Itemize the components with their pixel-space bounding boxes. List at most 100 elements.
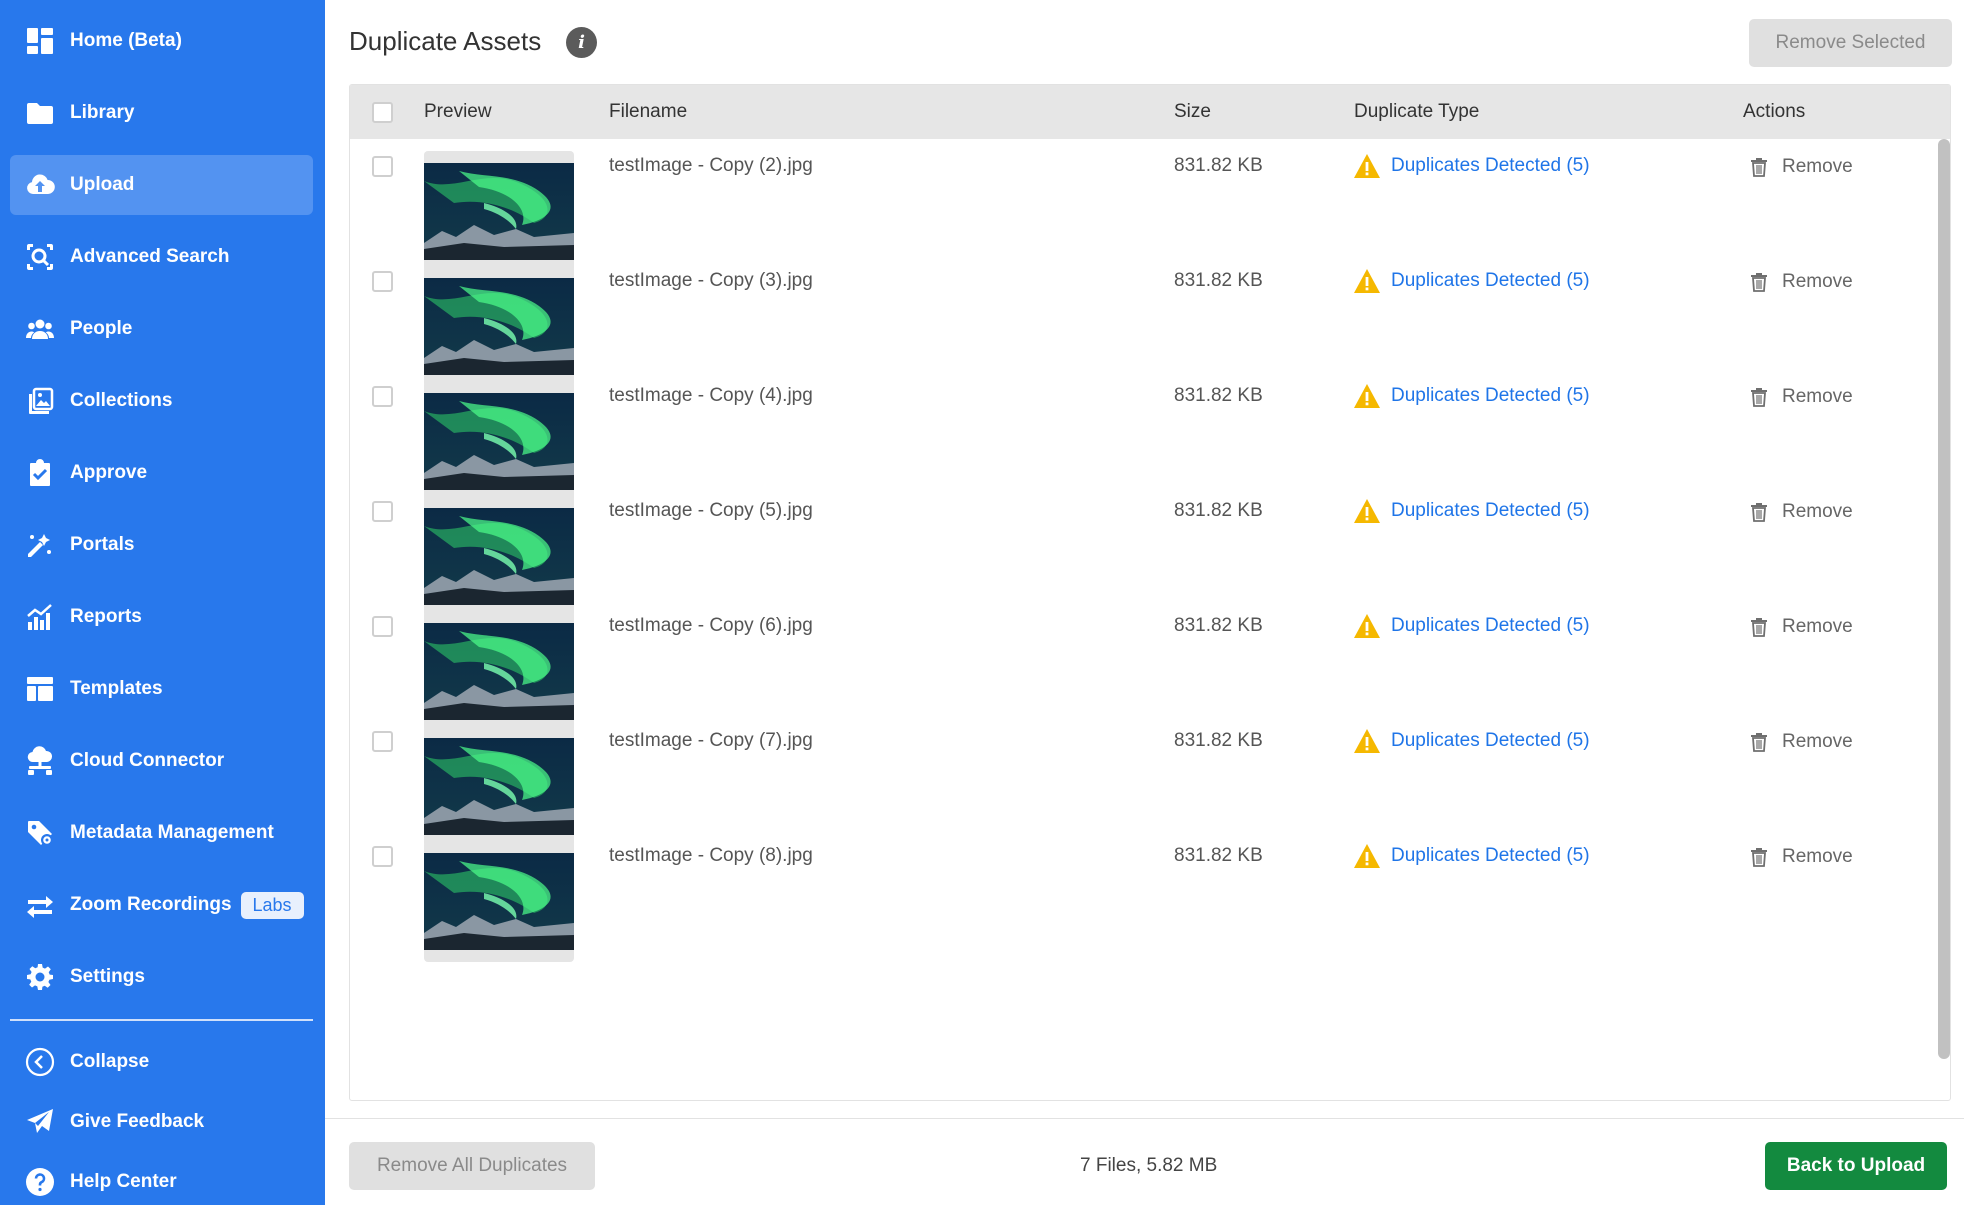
- remove-button[interactable]: Remove: [1750, 731, 1853, 753]
- row-checkbox[interactable]: [372, 386, 393, 407]
- image-thumbnail[interactable]: [424, 841, 574, 962]
- remove-label: Remove: [1782, 501, 1853, 522]
- remove-selected-button[interactable]: Remove Selected: [1749, 19, 1952, 67]
- collections-icon: [24, 385, 56, 417]
- collapse-button[interactable]: Collapse: [10, 1032, 313, 1092]
- file-size: 831.82 KB: [1174, 270, 1263, 291]
- info-icon[interactable]: i: [566, 27, 597, 58]
- feedback-label: Give Feedback: [70, 1111, 205, 1132]
- page-title: Duplicate Assets: [349, 26, 542, 56]
- column-header-filename: Filename: [609, 101, 688, 122]
- sidebar-item-collections[interactable]: Collections: [10, 371, 313, 431]
- sidebar-item-people[interactable]: People: [10, 299, 313, 359]
- file-size: 831.82 KB: [1174, 845, 1263, 866]
- collapse-label: Collapse: [70, 1051, 150, 1072]
- warning-icon: [1354, 614, 1380, 638]
- filename: testImage - Copy (5).jpg: [609, 500, 813, 521]
- remove-button[interactable]: Remove: [1750, 616, 1853, 638]
- remove-button[interactable]: Remove: [1750, 271, 1853, 293]
- gear-icon: [24, 961, 56, 993]
- trash-icon: [1751, 848, 1767, 867]
- cloud-upload-icon: [24, 169, 56, 201]
- trash-icon: [1751, 273, 1767, 292]
- scrollbar[interactable]: [1938, 139, 1950, 1099]
- sidebar-item-label: Advanced Search: [70, 246, 230, 267]
- remove-label: Remove: [1782, 731, 1853, 752]
- remove-button[interactable]: Remove: [1750, 386, 1853, 408]
- sidebar-item-label: Portals: [70, 534, 135, 555]
- help-label: Help Center: [70, 1171, 177, 1192]
- duplicate-assets-table: Preview Filename Size Duplicate Type Act…: [349, 84, 1951, 1101]
- sidebar-item-library[interactable]: Library: [10, 83, 313, 143]
- row-checkbox[interactable]: [372, 501, 393, 522]
- sidebar-item-label: Upload: [70, 174, 135, 195]
- sidebar-item-label: Library: [70, 102, 135, 123]
- warning-icon: [1354, 729, 1380, 753]
- sidebar-item-reports[interactable]: Reports: [10, 587, 313, 647]
- paper-plane-icon: [24, 1106, 56, 1138]
- duplicates-detected-link[interactable]: Duplicates Detected (5): [1353, 383, 1590, 409]
- help-center-button[interactable]: Help Center: [10, 1152, 313, 1205]
- duplicates-detected-link[interactable]: Duplicates Detected (5): [1353, 843, 1590, 869]
- warning-icon: [1354, 384, 1380, 408]
- templates-icon: [24, 673, 56, 705]
- duplicate-type-label: Duplicates Detected (5): [1391, 385, 1590, 406]
- footer-bar: Remove All Duplicates 7 Files, 5.82 MB B…: [325, 1118, 1964, 1205]
- table-header: Preview Filename Size Duplicate Type Act…: [350, 85, 1950, 139]
- filename: testImage - Copy (8).jpg: [609, 845, 813, 866]
- sidebar-item-label: People: [70, 318, 133, 339]
- column-header-size: Size: [1174, 101, 1211, 122]
- duplicate-type-label: Duplicates Detected (5): [1391, 730, 1590, 751]
- duplicate-type-label: Duplicates Detected (5): [1391, 500, 1590, 521]
- warning-icon: [1354, 844, 1380, 868]
- sidebar-item-label: Templates: [70, 678, 163, 699]
- sidebar-item-advanced-search[interactable]: Advanced Search: [10, 227, 313, 287]
- sidebar-item-approve[interactable]: Approve: [10, 443, 313, 503]
- row-checkbox[interactable]: [372, 156, 393, 177]
- sidebar-item-upload[interactable]: Upload: [10, 155, 313, 215]
- dashboard-icon: [24, 25, 56, 57]
- portals-icon: [24, 529, 56, 561]
- duplicates-detected-link[interactable]: Duplicates Detected (5): [1353, 268, 1590, 294]
- trash-icon: [1751, 618, 1767, 637]
- files-summary: 7 Files, 5.82 MB: [1080, 1155, 1218, 1176]
- file-size: 831.82 KB: [1174, 500, 1263, 521]
- back-to-upload-button[interactable]: Back to Upload: [1765, 1142, 1947, 1190]
- sidebar-item-portals[interactable]: Portals: [10, 515, 313, 575]
- duplicates-detected-link[interactable]: Duplicates Detected (5): [1353, 728, 1590, 754]
- sidebar-item-zoom-recordings[interactable]: Zoom Recordings Labs: [10, 875, 313, 935]
- remove-label: Remove: [1782, 386, 1853, 407]
- duplicates-detected-link[interactable]: Duplicates Detected (5): [1353, 613, 1590, 639]
- file-size: 831.82 KB: [1174, 730, 1263, 751]
- sidebar-divider: [10, 1019, 313, 1021]
- select-all-checkbox[interactable]: [372, 102, 393, 123]
- row-checkbox[interactable]: [372, 846, 393, 867]
- file-size: 831.82 KB: [1174, 155, 1263, 176]
- scrollbar-thumb[interactable]: [1938, 139, 1950, 1059]
- swap-arrows-icon: [24, 889, 56, 921]
- remove-button[interactable]: Remove: [1750, 156, 1853, 178]
- sidebar-item-metadata-management[interactable]: Metadata Management: [10, 803, 313, 863]
- row-checkbox[interactable]: [372, 271, 393, 292]
- sidebar-item-templates[interactable]: Templates: [10, 659, 313, 719]
- duplicate-type-label: Duplicates Detected (5): [1391, 845, 1590, 866]
- remove-button[interactable]: Remove: [1750, 501, 1853, 523]
- sidebar-item-home[interactable]: Home (Beta): [10, 11, 313, 71]
- sidebar-item-label: Home (Beta): [70, 30, 182, 51]
- help-question-icon: [24, 1166, 56, 1198]
- sidebar-item-cloud-connector[interactable]: Cloud Connector: [10, 731, 313, 791]
- column-header-duplicate-type: Duplicate Type: [1354, 101, 1480, 122]
- row-checkbox[interactable]: [372, 616, 393, 637]
- duplicates-detected-link[interactable]: Duplicates Detected (5): [1353, 153, 1590, 179]
- sidebar-item-label: Settings: [70, 966, 145, 987]
- reports-chart-icon: [24, 601, 56, 633]
- remove-all-duplicates-button[interactable]: Remove All Duplicates: [349, 1142, 595, 1190]
- row-checkbox[interactable]: [372, 731, 393, 752]
- column-header-preview: Preview: [424, 101, 492, 122]
- metadata-tag-icon: [24, 817, 56, 849]
- sidebar-item-label: Approve: [70, 462, 148, 483]
- give-feedback-button[interactable]: Give Feedback: [10, 1092, 313, 1152]
- duplicates-detected-link[interactable]: Duplicates Detected (5): [1353, 498, 1590, 524]
- sidebar-item-settings[interactable]: Settings: [10, 947, 313, 1007]
- remove-button[interactable]: Remove: [1750, 846, 1853, 868]
